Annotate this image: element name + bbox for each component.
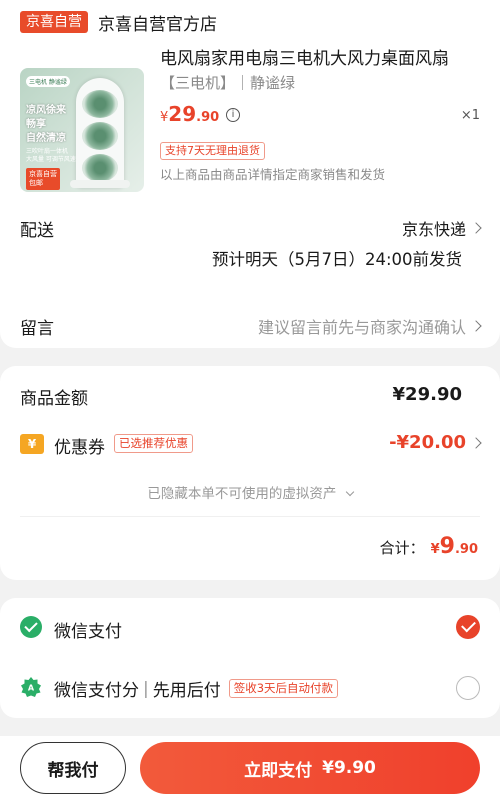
price-symbol: ¥ [160,110,169,125]
total-integer: 9 [439,534,455,559]
message-input[interactable]: 建议留言前先与商家沟通确认 [257,314,482,338]
pay-now-button[interactable]: 立即支付 ¥9.90 [140,742,480,794]
divider [20,516,480,517]
hidden-assets-text: 已隐藏本单不可使用的虚拟资产 [147,486,337,502]
seller-note: 以上商品由商品详情指定商家销售和发货 [160,167,386,182]
payment-methods-card: 微信支付 A 微信支付分 | 先用后付 签收3天后自动付款 [0,598,500,718]
payment-method-label: 微信支付 [54,622,122,642]
product-image-subtext: 三吹叶扇一体机 大风量 可调节风速 [26,148,76,163]
product-spec[interactable]: 【三电机】｜静谧绿 [160,72,295,93]
total-label: 合计： [379,539,425,557]
delivery-method[interactable]: 京东快递 [401,216,482,240]
coupon-icon: ¥ [20,434,44,454]
radio-checked-icon[interactable] [456,615,480,639]
chevron-down-icon [345,487,354,497]
coupon-label: 优惠券 [54,438,105,458]
wechat-score-icon: A [21,677,41,697]
svg-text:A: A [28,684,35,693]
radio-unchecked-icon[interactable] [456,676,480,700]
price-info-icon[interactable]: i [226,108,240,122]
product-image-headline: 凉风徐来 畅享 自然清凉 [26,105,66,144]
order-card: 京喜自营 京喜自营官方店 三电机 静谧绿 凉风徐来 畅享 自然清凉 三吹叶扇一体… [0,0,500,348]
fan-illustration [76,78,124,188]
goods-amount-value: ¥29.90 [392,384,462,405]
pay-now-amount: ¥9.90 [322,758,376,778]
product-image[interactable]: 三电机 静谧绿 凉风徐来 畅享 自然清凉 三吹叶扇一体机 大风量 可调节风速 京… [20,68,144,192]
goods-amount-label: 商品金额 [20,389,88,409]
product-image-tag: 三电机 静谧绿 [26,76,70,87]
shop-name[interactable]: 京喜自营官方店 [98,10,217,35]
message-placeholder: 建议留言前先与商家沟通确认 [257,318,466,337]
chevron-right-icon [470,222,482,234]
delivery-method-text: 京东快递 [401,220,466,239]
order-total: 合计： ¥ 9 .90 [380,534,478,559]
delivery-label: 配送 [20,221,54,241]
chevron-right-icon [470,436,482,449]
payment-method-suffix: 先用后付 [152,681,221,701]
bottom-action-bar: 帮我付 立即支付 ¥9.90 [0,736,500,802]
product-image-red-tag: 京喜自营 包邮 [26,168,60,190]
message-label: 留言 [20,319,54,339]
payment-method-label: 微信支付分 [54,681,139,701]
delivery-estimate: 预计明天（5月7日）24:00前发货 [211,250,462,269]
coupon-badge: 已选推荐优惠 [114,434,193,453]
help-me-pay-button[interactable]: 帮我付 [20,742,126,794]
hidden-assets-toggle[interactable]: 已隐藏本单不可使用的虚拟资产 [0,482,500,502]
payment-method-row: 微信支付分 | 先用后付 签收3天后自动付款 [54,676,339,701]
price-integer: 29 [168,102,197,126]
price-decimal: .90 [196,110,220,125]
chevron-right-icon [470,320,482,332]
payment-method-badge: 签收3天后自动付款 [228,679,339,698]
product-price: ¥ 29 .90 [160,102,219,126]
coupon-amount: -¥20.00 [389,432,466,453]
total-decimal: .90 [454,542,478,557]
coupon-selector[interactable]: -¥20.00 [389,432,482,453]
shop-header[interactable]: 京喜自营 京喜自营官方店 [20,8,217,36]
wechat-pay-icon [20,616,42,638]
total-symbol: ¥ [430,542,440,557]
price-summary-card: 商品金额 ¥29.90 ¥ 优惠券 已选推荐优惠 -¥20.00 已隐藏本单不可… [0,366,500,580]
shop-badge: 京喜自营 [20,11,88,33]
return-policy-tag: 支持7天无理由退货 [160,142,265,160]
product-title[interactable]: 电风扇家用电扇三电机大风力桌面风扇 [160,44,478,69]
pay-now-label: 立即支付 [244,760,313,781]
product-quantity: ×1 [460,108,480,123]
